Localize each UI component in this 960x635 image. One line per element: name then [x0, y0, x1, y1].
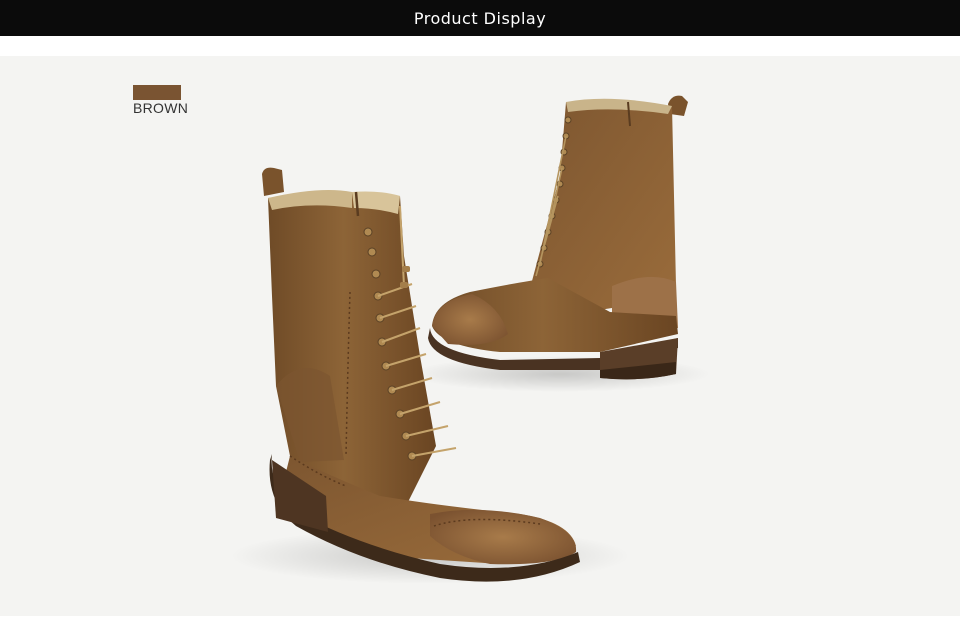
color-label: BROWN	[133, 100, 189, 116]
product-display-page: Product Display BROWN	[0, 0, 960, 635]
page-title: Product Display	[413, 8, 547, 28]
right-boot	[428, 95, 688, 380]
color-swatch[interactable]	[133, 85, 181, 100]
product-photo	[230, 95, 710, 584]
header-bar: Product Display	[0, 0, 960, 36]
product-stage: BROWN	[0, 56, 960, 616]
